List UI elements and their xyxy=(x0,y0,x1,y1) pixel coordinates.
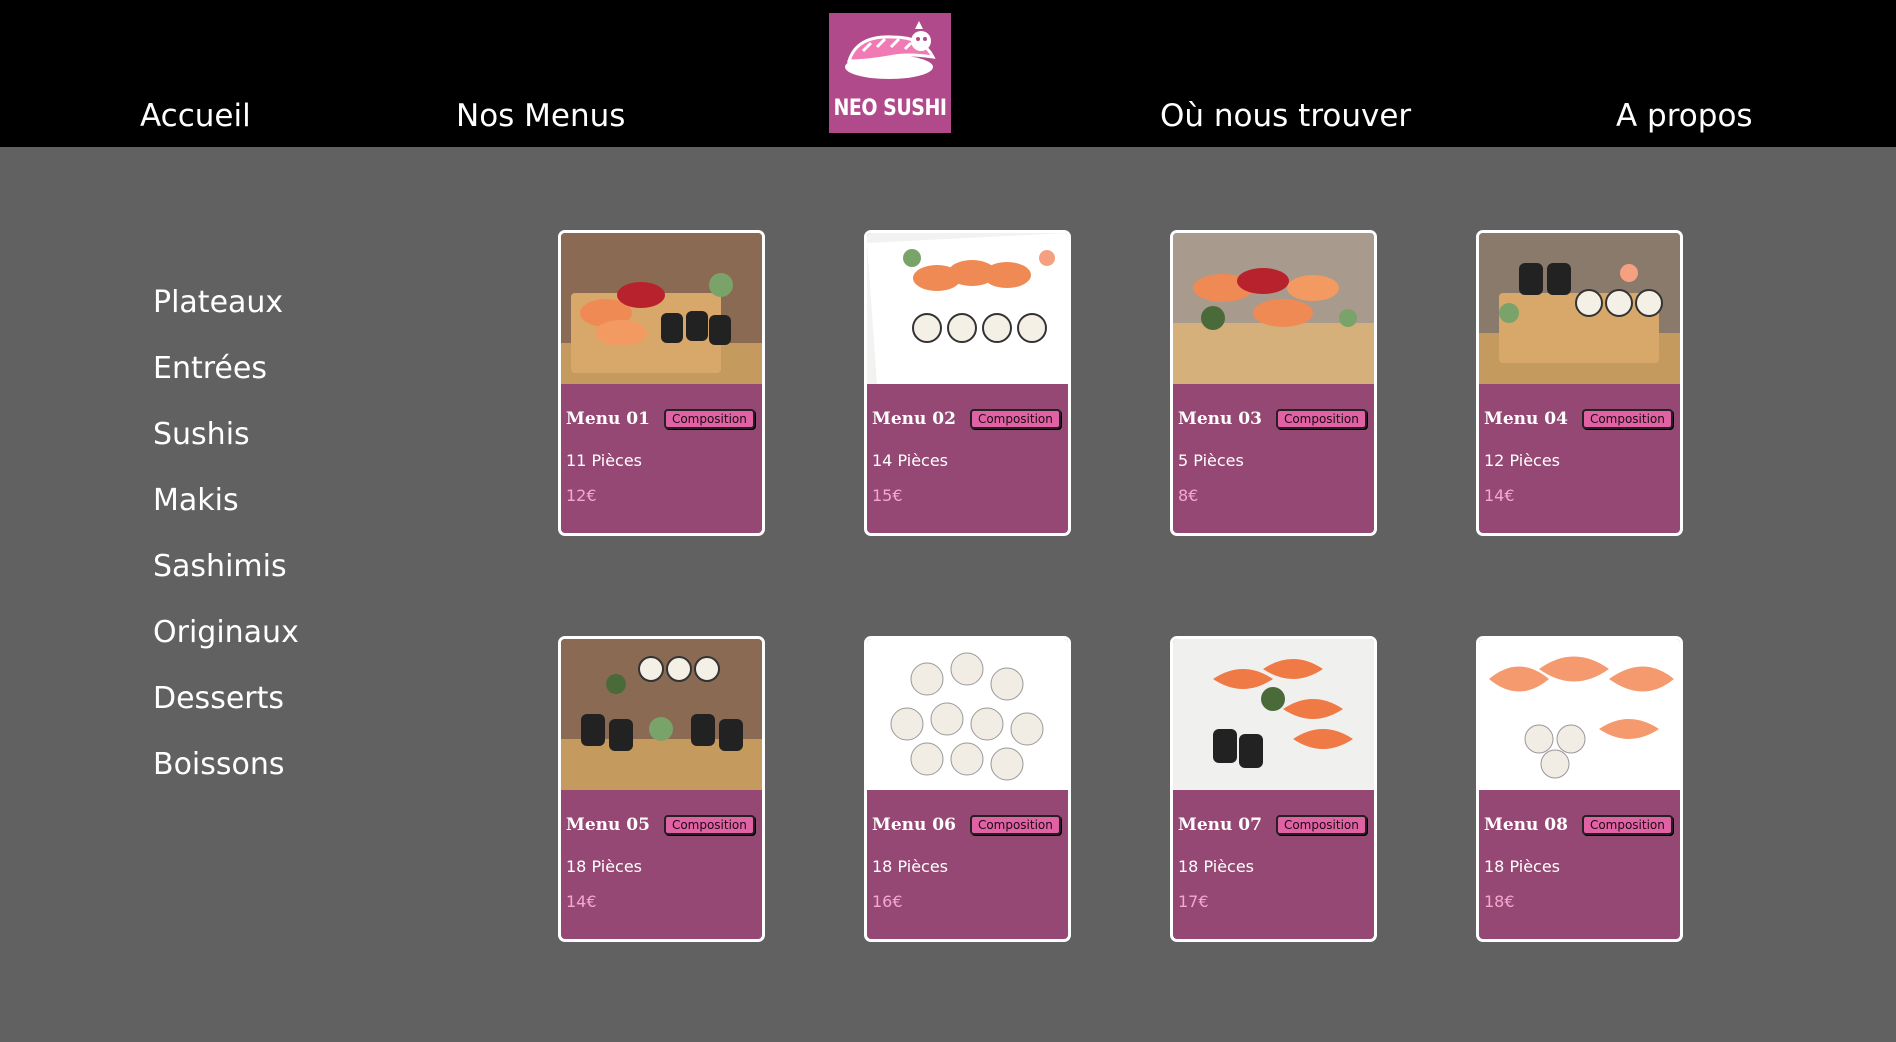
composition-button[interactable]: Composition xyxy=(969,409,1061,429)
menu-pieces: 18 Pièces xyxy=(1484,857,1561,876)
menu-pieces: 12 Pièces xyxy=(1484,451,1561,470)
menu-price: 17€ xyxy=(1178,892,1209,911)
menu-card[interactable]: Menu 02 Composition 14 Pièces 15€ xyxy=(864,230,1071,536)
sushi-board-image xyxy=(1173,233,1374,384)
nav-accueil[interactable]: Accueil xyxy=(140,101,251,132)
menu-card[interactable]: Menu 08 Composition 18 Pièces 18€ xyxy=(1476,636,1683,942)
menu-price: 18€ xyxy=(1484,892,1515,911)
menu-pieces: 18 Pièces xyxy=(566,857,643,876)
menu-title: Menu 07 xyxy=(1178,815,1262,835)
maki-board-image xyxy=(1479,233,1680,384)
composition-button[interactable]: Composition xyxy=(969,815,1061,835)
menu-card[interactable]: Menu 03 Composition 5 Pièces 8€ xyxy=(1170,230,1377,536)
composition-button[interactable]: Composition xyxy=(1581,815,1673,835)
menu-price: 15€ xyxy=(872,486,903,505)
logo-text: NEO SUSHI xyxy=(833,95,947,121)
composition-button[interactable]: Composition xyxy=(663,409,755,429)
menu-card[interactable]: Menu 07 Composition 18 Pièces 17€ xyxy=(1170,636,1377,942)
sidebar-item-entrees[interactable]: Entrées xyxy=(153,349,299,415)
menu-pieces: 18 Pièces xyxy=(1178,857,1255,876)
sidebar-item-plateaux[interactable]: Plateaux xyxy=(153,283,299,349)
menu-price: 14€ xyxy=(1484,486,1515,505)
sidebar-item-boissons[interactable]: Boissons xyxy=(153,745,299,811)
site-header: Accueil Nos Menus NEO SUSHI Où nous trou… xyxy=(0,0,1896,147)
menu-title: Menu 04 xyxy=(1484,409,1568,429)
california-rolls-image xyxy=(867,639,1068,790)
salmon-sashimi-image xyxy=(1479,639,1680,790)
composition-button[interactable]: Composition xyxy=(1275,409,1367,429)
sidebar-item-makis[interactable]: Makis xyxy=(153,481,299,547)
menu-card[interactable]: Menu 04 Composition 12 Pièces 14€ xyxy=(1476,230,1683,536)
menu-price: 14€ xyxy=(566,892,597,911)
composition-button[interactable]: Composition xyxy=(1275,815,1367,835)
sushi-plate-image xyxy=(867,233,1068,384)
sushi-platter-image xyxy=(561,233,762,384)
menu-pieces: 11 Pièces xyxy=(566,451,643,470)
neo-sushi-logo[interactable]: NEO SUSHI xyxy=(829,13,951,133)
menu-pieces: 14 Pièces xyxy=(872,451,949,470)
menu-title: Menu 08 xyxy=(1484,815,1568,835)
menu-price: 8€ xyxy=(1178,486,1199,505)
composition-button[interactable]: Composition xyxy=(1581,409,1673,429)
menu-price: 16€ xyxy=(872,892,903,911)
nav-ou-nous-trouver[interactable]: Où nous trouver xyxy=(1160,101,1411,132)
menu-title: Menu 05 xyxy=(566,815,650,835)
sidebar-item-sashimis[interactable]: Sashimis xyxy=(153,547,299,613)
composition-button[interactable]: Composition xyxy=(663,815,755,835)
category-sidebar: Plateaux Entrées Sushis Makis Sashimis O… xyxy=(153,283,299,811)
sidebar-item-desserts[interactable]: Desserts xyxy=(153,679,299,745)
menu-card[interactable]: Menu 06 Composition 18 Pièces 16€ xyxy=(864,636,1071,942)
sidebar-item-originaux[interactable]: Originaux xyxy=(153,613,299,679)
nav-a-propos[interactable]: A propos xyxy=(1616,101,1753,132)
nav-nos-menus[interactable]: Nos Menus xyxy=(456,101,625,132)
menu-title: Menu 02 xyxy=(872,409,956,429)
menu-card[interactable]: Menu 01 Composition 11 Pièces 12€ xyxy=(558,230,765,536)
sashimi-plate-image xyxy=(1173,639,1374,790)
menu-pieces: 5 Pièces xyxy=(1178,451,1244,470)
sidebar-item-sushis[interactable]: Sushis xyxy=(153,415,299,481)
menu-title: Menu 03 xyxy=(1178,409,1262,429)
menu-price: 12€ xyxy=(566,486,597,505)
menu-title: Menu 01 xyxy=(566,409,650,429)
menu-title: Menu 06 xyxy=(872,815,956,835)
menu-card[interactable]: Menu 05 Composition 18 Pièces 14€ xyxy=(558,636,765,942)
menu-pieces: 18 Pièces xyxy=(872,857,949,876)
maki-platter-image xyxy=(561,639,762,790)
sushi-mascot-icon xyxy=(845,21,936,79)
